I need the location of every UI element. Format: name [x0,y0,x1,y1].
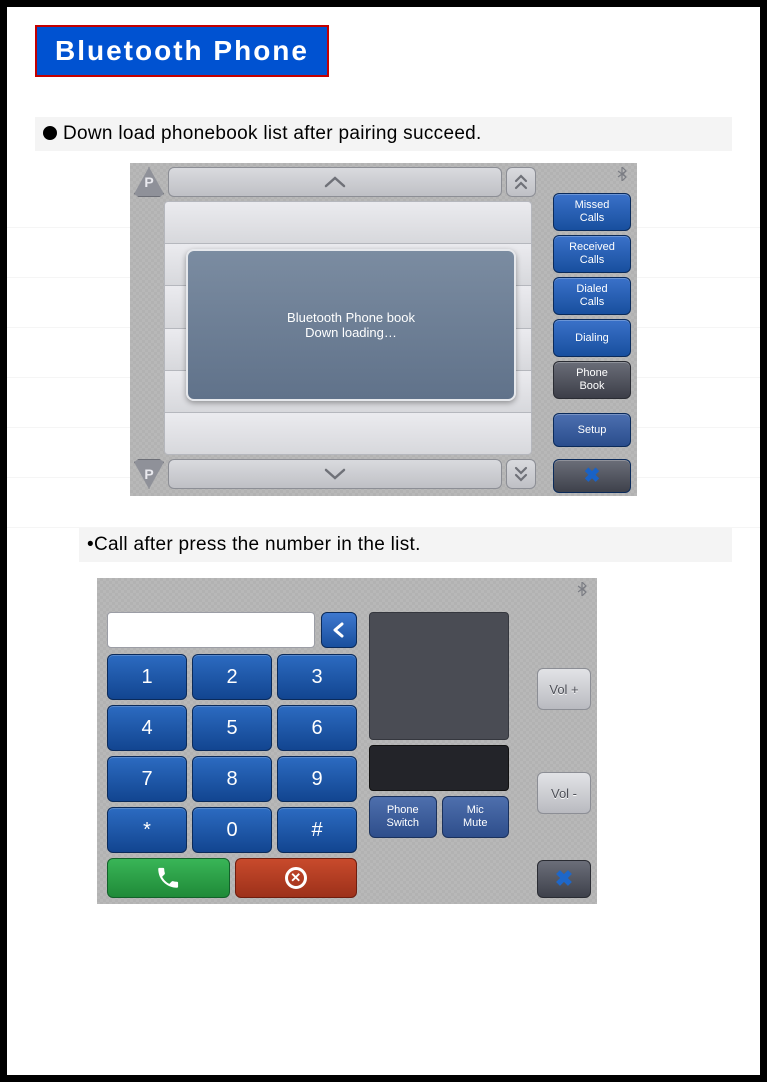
setup-button[interactable]: Setup [553,413,631,447]
keypad: 1 2 3 4 5 6 7 8 9 * 0 # [107,654,357,853]
key-4[interactable]: 4 [107,705,187,751]
step-1-text: Down load phonebook list after pairing s… [35,117,732,151]
dialing-button[interactable]: Dialing [553,319,631,357]
manual-page: Bluetooth Phone Down load phonebook list… [0,0,767,1082]
key-1[interactable]: 1 [107,654,187,700]
dialog-line1: Bluetooth Phone book [287,310,415,325]
bullet-icon [43,126,57,140]
volume-up-button[interactable]: Vol + [537,668,591,710]
page-badge-bottom: P [134,459,164,489]
scroll-up-button[interactable] [168,167,502,197]
key-hash[interactable]: # [277,807,357,853]
scroll-down-button[interactable] [168,459,502,489]
page-up-button[interactable] [506,167,536,197]
mic-mute-button[interactable]: Mic Mute [442,796,510,838]
key-star[interactable]: * [107,807,187,853]
page-badge-top: P [134,167,164,197]
volume-down-button[interactable]: Vol - [537,772,591,814]
close-button[interactable]: ✖ [537,860,591,898]
missed-calls-button[interactable]: Missed Calls [553,193,631,231]
dialog-line2: Down loading… [305,325,397,340]
call-category-sidebar: Missed Calls Received Calls Dialed Calls… [553,193,631,493]
downloading-dialog: Bluetooth Phone book Down loading… [186,249,516,401]
page-title: Bluetooth Phone [35,25,329,77]
bluetooth-icon [577,582,587,599]
end-call-button[interactable]: ✕ [235,858,358,898]
key-0[interactable]: 0 [192,807,272,853]
call-info-area [369,612,509,740]
key-3[interactable]: 3 [277,654,357,700]
key-7[interactable]: 7 [107,756,187,802]
dialer-right-panel: Phone Switch Mic Mute [369,612,509,838]
volume-controls: Vol + Vol - [537,668,591,814]
call-button[interactable] [107,858,230,898]
phonebook-list-area: P Bluetooth Phone book Down loading… [134,167,536,489]
step-2-text: •Call after press the number in the list… [79,528,732,562]
dialed-calls-button[interactable]: Dialed Calls [553,277,631,315]
dialer-screen: 1 2 3 4 5 6 7 8 9 * 0 # ✕ [97,578,597,904]
page-down-button[interactable] [506,459,536,489]
list-item[interactable] [164,201,532,243]
key-6[interactable]: 6 [277,705,357,751]
key-8[interactable]: 8 [192,756,272,802]
list-item[interactable] [164,412,532,455]
number-display[interactable] [107,612,315,648]
backspace-button[interactable] [321,612,357,648]
phonebook-download-screen: P Bluetooth Phone book Down loading… [130,163,637,496]
bluetooth-icon [617,167,627,184]
dialer-left-panel: 1 2 3 4 5 6 7 8 9 * 0 # ✕ [107,612,357,898]
phone-switch-button[interactable]: Phone Switch [369,796,437,838]
key-9[interactable]: 9 [277,756,357,802]
received-calls-button[interactable]: Received Calls [553,235,631,273]
close-button[interactable]: ✖ [553,459,631,493]
phone-book-button[interactable]: Phone Book [553,361,631,399]
cancel-icon: ✕ [285,867,307,889]
key-2[interactable]: 2 [192,654,272,700]
call-status-area [369,745,509,791]
key-5[interactable]: 5 [192,705,272,751]
